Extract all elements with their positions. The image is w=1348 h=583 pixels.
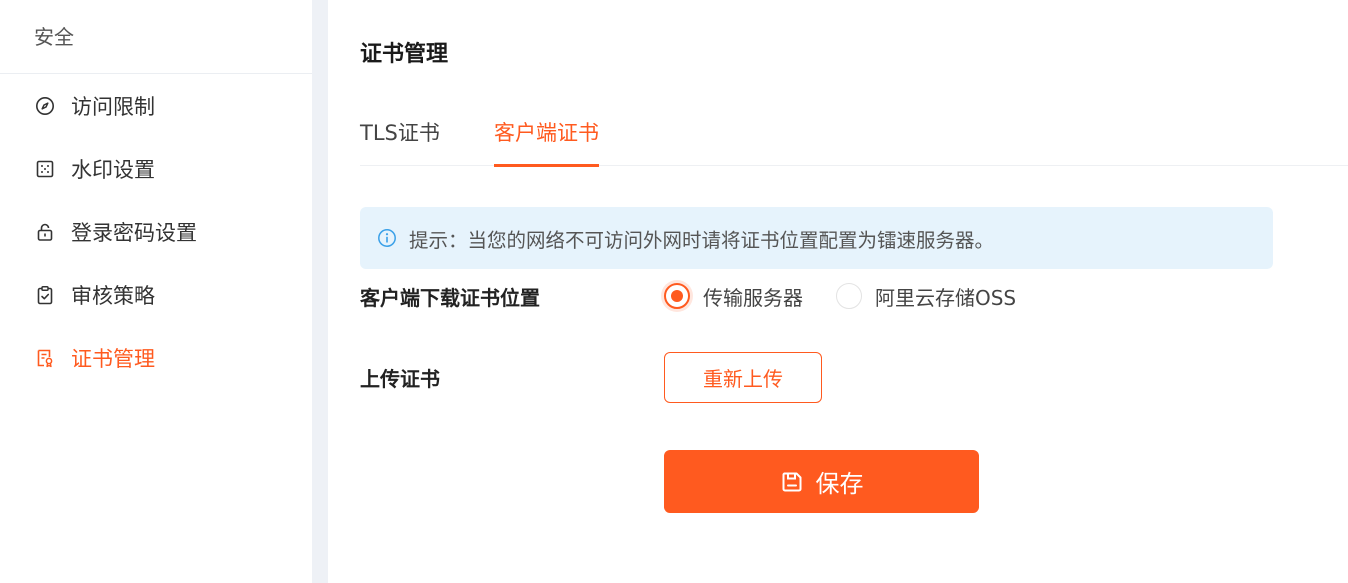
sidebar-item-label: 证书管理 bbox=[71, 347, 155, 371]
radio-label: 传输服务器 bbox=[703, 285, 803, 310]
save-icon bbox=[780, 470, 804, 494]
certificate-icon bbox=[34, 347, 56, 369]
compass-icon bbox=[34, 95, 56, 117]
save-button-label: 保存 bbox=[815, 470, 864, 498]
sidebar-item-audit-policy[interactable]: 审核策略 bbox=[0, 270, 312, 320]
sidebar: 安全 访问限制 水印设置 登录密码设置 审核策略 证书管理 bbox=[0, 0, 312, 583]
radio-label: 阿里云存储OSS bbox=[875, 285, 1017, 310]
sidebar-item-label: 访问限制 bbox=[71, 95, 155, 119]
clipboard-check-icon bbox=[34, 284, 56, 306]
radio-aliyun-oss[interactable]: 阿里云存储OSS bbox=[836, 282, 1016, 310]
info-icon bbox=[377, 228, 397, 248]
page-title: 证书管理 bbox=[360, 42, 449, 67]
sidebar-header: 安全 bbox=[0, 0, 312, 74]
tab-tls-certificate[interactable]: TLS证书 bbox=[360, 100, 440, 166]
lock-icon bbox=[34, 221, 56, 243]
sidebar-item-label: 水印设置 bbox=[71, 158, 155, 182]
radio-dot[interactable] bbox=[664, 283, 690, 309]
tab-client-certificate[interactable]: 客户端证书 bbox=[494, 100, 599, 167]
sidebar-item-access-restriction[interactable]: 访问限制 bbox=[0, 81, 312, 131]
layout-divider bbox=[312, 0, 328, 583]
tab-label: TLS证书 bbox=[360, 121, 440, 145]
tab-bar: TLS证书 客户端证书 bbox=[360, 100, 1348, 167]
sidebar-item-label: 登录密码设置 bbox=[71, 221, 197, 245]
watermark-icon bbox=[34, 158, 56, 180]
reupload-button[interactable]: 重新上传 bbox=[664, 352, 822, 403]
save-button[interactable]: 保存 bbox=[664, 450, 979, 513]
main-content: 证书管理 TLS证书 客户端证书 提示：当您的网络不可访问外网时请将证书位置配置… bbox=[328, 0, 1348, 583]
info-tip: 提示：当您的网络不可访问外网时请将证书位置配置为镭速服务器。 bbox=[360, 207, 1273, 269]
radio-dot[interactable] bbox=[836, 283, 862, 309]
download-location-label: 客户端下载证书位置 bbox=[360, 286, 540, 310]
sidebar-header-title: 安全 bbox=[34, 25, 74, 49]
radio-transfer-server[interactable]: 传输服务器 bbox=[664, 282, 803, 310]
tab-label: 客户端证书 bbox=[494, 121, 599, 145]
upload-certificate-label: 上传证书 bbox=[360, 367, 440, 391]
sidebar-item-watermark[interactable]: 水印设置 bbox=[0, 144, 312, 194]
sidebar-item-certificate-management[interactable]: 证书管理 bbox=[0, 333, 312, 383]
sidebar-item-login-password[interactable]: 登录密码设置 bbox=[0, 207, 312, 257]
sidebar-item-label: 审核策略 bbox=[71, 284, 155, 308]
tip-text: 提示：当您的网络不可访问外网时请将证书位置配置为镭速服务器。 bbox=[409, 228, 995, 252]
